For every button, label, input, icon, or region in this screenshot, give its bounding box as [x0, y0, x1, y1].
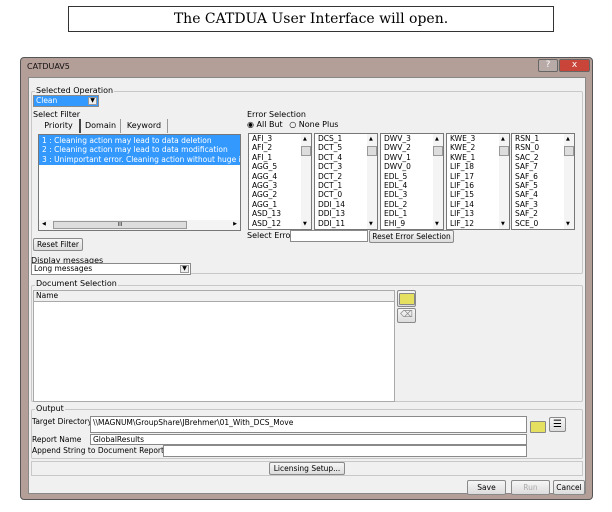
error-selection-label: Error Selection — [247, 110, 306, 119]
list-item[interactable]: 1 : Cleaning action may lead to data del… — [39, 136, 240, 145]
dialog-body: Selected Operation Clean ▼ Select Filter… — [28, 77, 586, 495]
display-messages-dropdown[interactable]: Long messages ▼ — [31, 263, 191, 275]
error-list-4[interactable]: KWE_3 KWE_2 KWE_1 LIF_18 LIF_17 LIF_16 LIF_15 L… — [446, 133, 510, 230]
add-document-button[interactable] — [397, 290, 416, 307]
append-string-label: Append String to Document Report — [32, 446, 164, 455]
scroll-up-icon[interactable]: ▲ — [501, 136, 505, 142]
select-error-input[interactable] — [290, 230, 368, 242]
catdua-window: CATDUAV5 ? x Selected Operation Clean ▼ … — [20, 57, 593, 500]
document-list[interactable]: Name — [33, 290, 395, 402]
operation-value: Clean — [36, 96, 58, 105]
tab-keyword[interactable]: Keyword — [121, 119, 168, 133]
operation-dropdown[interactable]: Clean ▼ — [33, 95, 99, 107]
scroll-thumb[interactable]: III — [53, 221, 187, 229]
list-icon: ☰ — [553, 419, 562, 430]
cancel-button[interactable]: Cancel — [553, 480, 585, 495]
radio-none-plus[interactable]: ○ None Plus — [289, 120, 338, 129]
reset-filter-button[interactable]: Reset Filter — [33, 238, 83, 251]
tab-domain[interactable]: Domain — [81, 119, 121, 133]
reset-error-selection-button[interactable]: Reset Error Selection — [369, 230, 454, 243]
eraser-icon: ⌫ — [400, 310, 413, 320]
target-directory-input[interactable]: \\MAGNUM\GroupShare\JBrehmer\01_With_DCS… — [90, 416, 527, 433]
scroll-down-icon[interactable]: ▼ — [501, 221, 505, 227]
target-directory-label: Target Directory — [32, 417, 93, 426]
horizontal-scrollbar[interactable]: ◀ III ▶ — [39, 220, 240, 230]
run-button[interactable]: Run — [511, 480, 550, 495]
vertical-scrollbar[interactable]: ▲ ▼ — [301, 134, 311, 229]
licensing-setup-button[interactable]: Licensing Setup... — [269, 462, 345, 475]
vertical-scrollbar[interactable]: ▲ ▼ — [564, 134, 574, 229]
instruction-caption: The CATDUA User Interface will open. — [68, 6, 554, 32]
error-list-5[interactable]: RSN_1 RSN_0 SAC_2 SAF_7 SAF_6 SAF_5 SAF_4 SAF_3… — [511, 133, 575, 230]
save-button[interactable]: Save — [467, 480, 506, 495]
list-view-button[interactable]: ☰ — [549, 417, 566, 432]
error-list-3[interactable]: DWV_3 DWV_2 DWV_1 DWV_0 EDL_5 EDL_4 EDL_3 EDL_2… — [380, 133, 444, 230]
scroll-up-icon[interactable]: ▲ — [303, 136, 307, 142]
document-selection-label: Document Selection — [35, 279, 118, 288]
radio-all-but[interactable]: ◉ All But — [247, 120, 283, 129]
scroll-up-icon[interactable]: ▲ — [566, 136, 570, 142]
selected-operation-label: Selected Operation — [35, 86, 115, 95]
report-name-input[interactable]: GlobalResults — [90, 434, 527, 445]
clear-documents-button[interactable]: ⌫ — [397, 308, 416, 323]
list-item[interactable]: 2 : Cleaning action may lead to data mod… — [39, 145, 240, 154]
report-name-label: Report Name — [32, 435, 82, 444]
scroll-thumb[interactable] — [301, 146, 311, 156]
error-list-2[interactable]: DCS_1 DCT_5 DCT_4 DCT_3 DCT_2 DCT_1 DCT_0 DDI_1… — [314, 133, 378, 230]
scroll-up-icon[interactable]: ▲ — [369, 136, 373, 142]
scroll-thumb[interactable] — [564, 146, 574, 156]
folder-icon — [399, 293, 415, 305]
vertical-scrollbar[interactable]: ▲ ▼ — [367, 134, 377, 229]
chevron-down-icon: ▼ — [88, 97, 97, 105]
scroll-down-icon[interactable]: ▼ — [435, 221, 439, 227]
vertical-scrollbar[interactable]: ▲ ▼ — [499, 134, 509, 229]
radio-all-but-label: All But — [256, 120, 283, 129]
priority-list[interactable]: 1 : Cleaning action may lead to data del… — [38, 134, 241, 231]
select-error-label: Select Error — [247, 231, 294, 240]
scroll-right-icon[interactable]: ▶ — [233, 221, 237, 227]
scroll-up-icon[interactable]: ▲ — [435, 136, 439, 142]
column-header-name[interactable]: Name — [34, 291, 394, 302]
display-messages-value: Long messages — [34, 264, 93, 273]
filter-tabs: Priority Domain Keyword — [38, 119, 172, 134]
append-string-input[interactable] — [163, 445, 527, 457]
scroll-down-icon[interactable]: ▼ — [369, 221, 373, 227]
output-label: Output — [35, 404, 65, 413]
browse-folder-icon[interactable] — [530, 421, 546, 433]
error-list-1[interactable]: AFI_3 AFI_2 AFI_1 AGG_5 AGG_4 AGG_3 AGG_2 AGG_1… — [248, 133, 312, 230]
scroll-thumb[interactable] — [367, 146, 377, 156]
scroll-thumb[interactable] — [433, 146, 443, 156]
scroll-thumb[interactable] — [499, 146, 509, 156]
scroll-down-icon[interactable]: ▼ — [303, 221, 307, 227]
scroll-down-icon[interactable]: ▼ — [566, 221, 570, 227]
radio-none-plus-label: None Plus — [298, 120, 339, 129]
list-item[interactable]: 3 : Unimportant error. Cleaning action w… — [39, 155, 240, 164]
window-title: CATDUAV5 — [27, 62, 70, 71]
help-button[interactable]: ? — [538, 59, 558, 72]
error-mode-radios: ◉ All But ○ None Plus — [247, 120, 338, 129]
vertical-scrollbar[interactable]: ▲ ▼ — [433, 134, 443, 229]
close-button[interactable]: x — [559, 59, 590, 72]
chevron-down-icon: ▼ — [180, 265, 189, 273]
tab-priority[interactable]: Priority — [38, 119, 81, 133]
select-filter-label: Select Filter — [33, 110, 81, 119]
scroll-left-icon[interactable]: ◀ — [42, 221, 46, 227]
